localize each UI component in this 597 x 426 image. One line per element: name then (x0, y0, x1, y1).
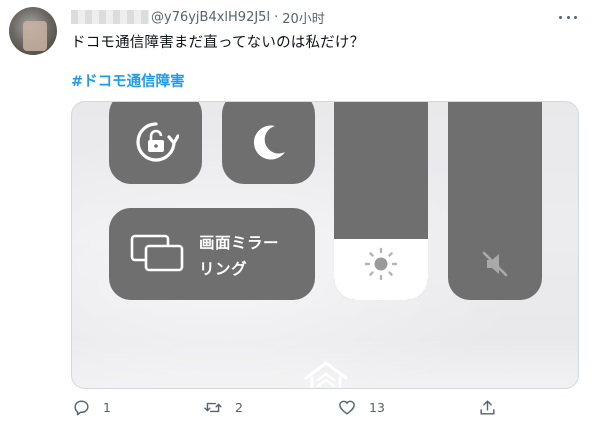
reply-icon (74, 400, 89, 416)
display-name-redacted[interactable] (71, 10, 149, 24)
reply-button[interactable]: 1 (72, 398, 111, 417)
do-not-disturb-tile[interactable] (222, 102, 315, 184)
share-icon (480, 400, 495, 415)
share-button[interactable] (478, 398, 497, 417)
brightness-slider[interactable] (334, 102, 428, 300)
tweet-actions: 1 2 13 (71, 398, 511, 422)
tweet[interactable]: @y76yjB4xlH92J5l · 20小时 ドコモ通信障害まだ直ってないのは… (0, 0, 597, 426)
moon-icon (222, 102, 315, 184)
header-separator: · (274, 9, 279, 25)
retweet-icon (204, 402, 222, 413)
like-count: 13 (369, 400, 385, 415)
screen-mirroring-tile[interactable]: 画面ミラー リング (109, 208, 315, 300)
rotation-lock-tile[interactable] (109, 102, 202, 184)
screen-mirroring-label-line1: 画面ミラー (199, 234, 280, 252)
like-button[interactable]: 13 (337, 398, 385, 417)
avatar-blur (23, 21, 47, 51)
brightness-icon (334, 244, 428, 284)
home-icon[interactable] (300, 360, 352, 388)
retweet-count: 2 (235, 400, 243, 415)
reply-count: 1 (103, 400, 111, 415)
avatar[interactable] (9, 7, 57, 55)
hashtag-link[interactable]: #ドコモ通信障害 (71, 70, 185, 91)
tweet-time[interactable]: 20小时 (282, 8, 325, 27)
mute-icon (448, 244, 542, 284)
tweet-header: @y76yjB4xlH92J5l · 20小时 (71, 7, 325, 27)
screen-mirroring-label: 画面ミラー リング (199, 230, 279, 282)
screen-mirroring-icon (129, 230, 185, 274)
tweet-image[interactable]: 画面ミラー リング (71, 101, 579, 389)
volume-slider[interactable] (448, 102, 542, 300)
user-handle[interactable]: @y76yjB4xlH92J5l (151, 10, 270, 25)
tweet-text: ドコモ通信障害まだ直ってないのは私だけ？ (71, 35, 365, 51)
rotation-lock-icon (109, 102, 202, 184)
screen-mirroring-label-line2: リング (199, 260, 248, 278)
more-icon[interactable] (559, 10, 577, 24)
like-icon (339, 400, 355, 415)
retweet-button[interactable]: 2 (203, 398, 243, 417)
